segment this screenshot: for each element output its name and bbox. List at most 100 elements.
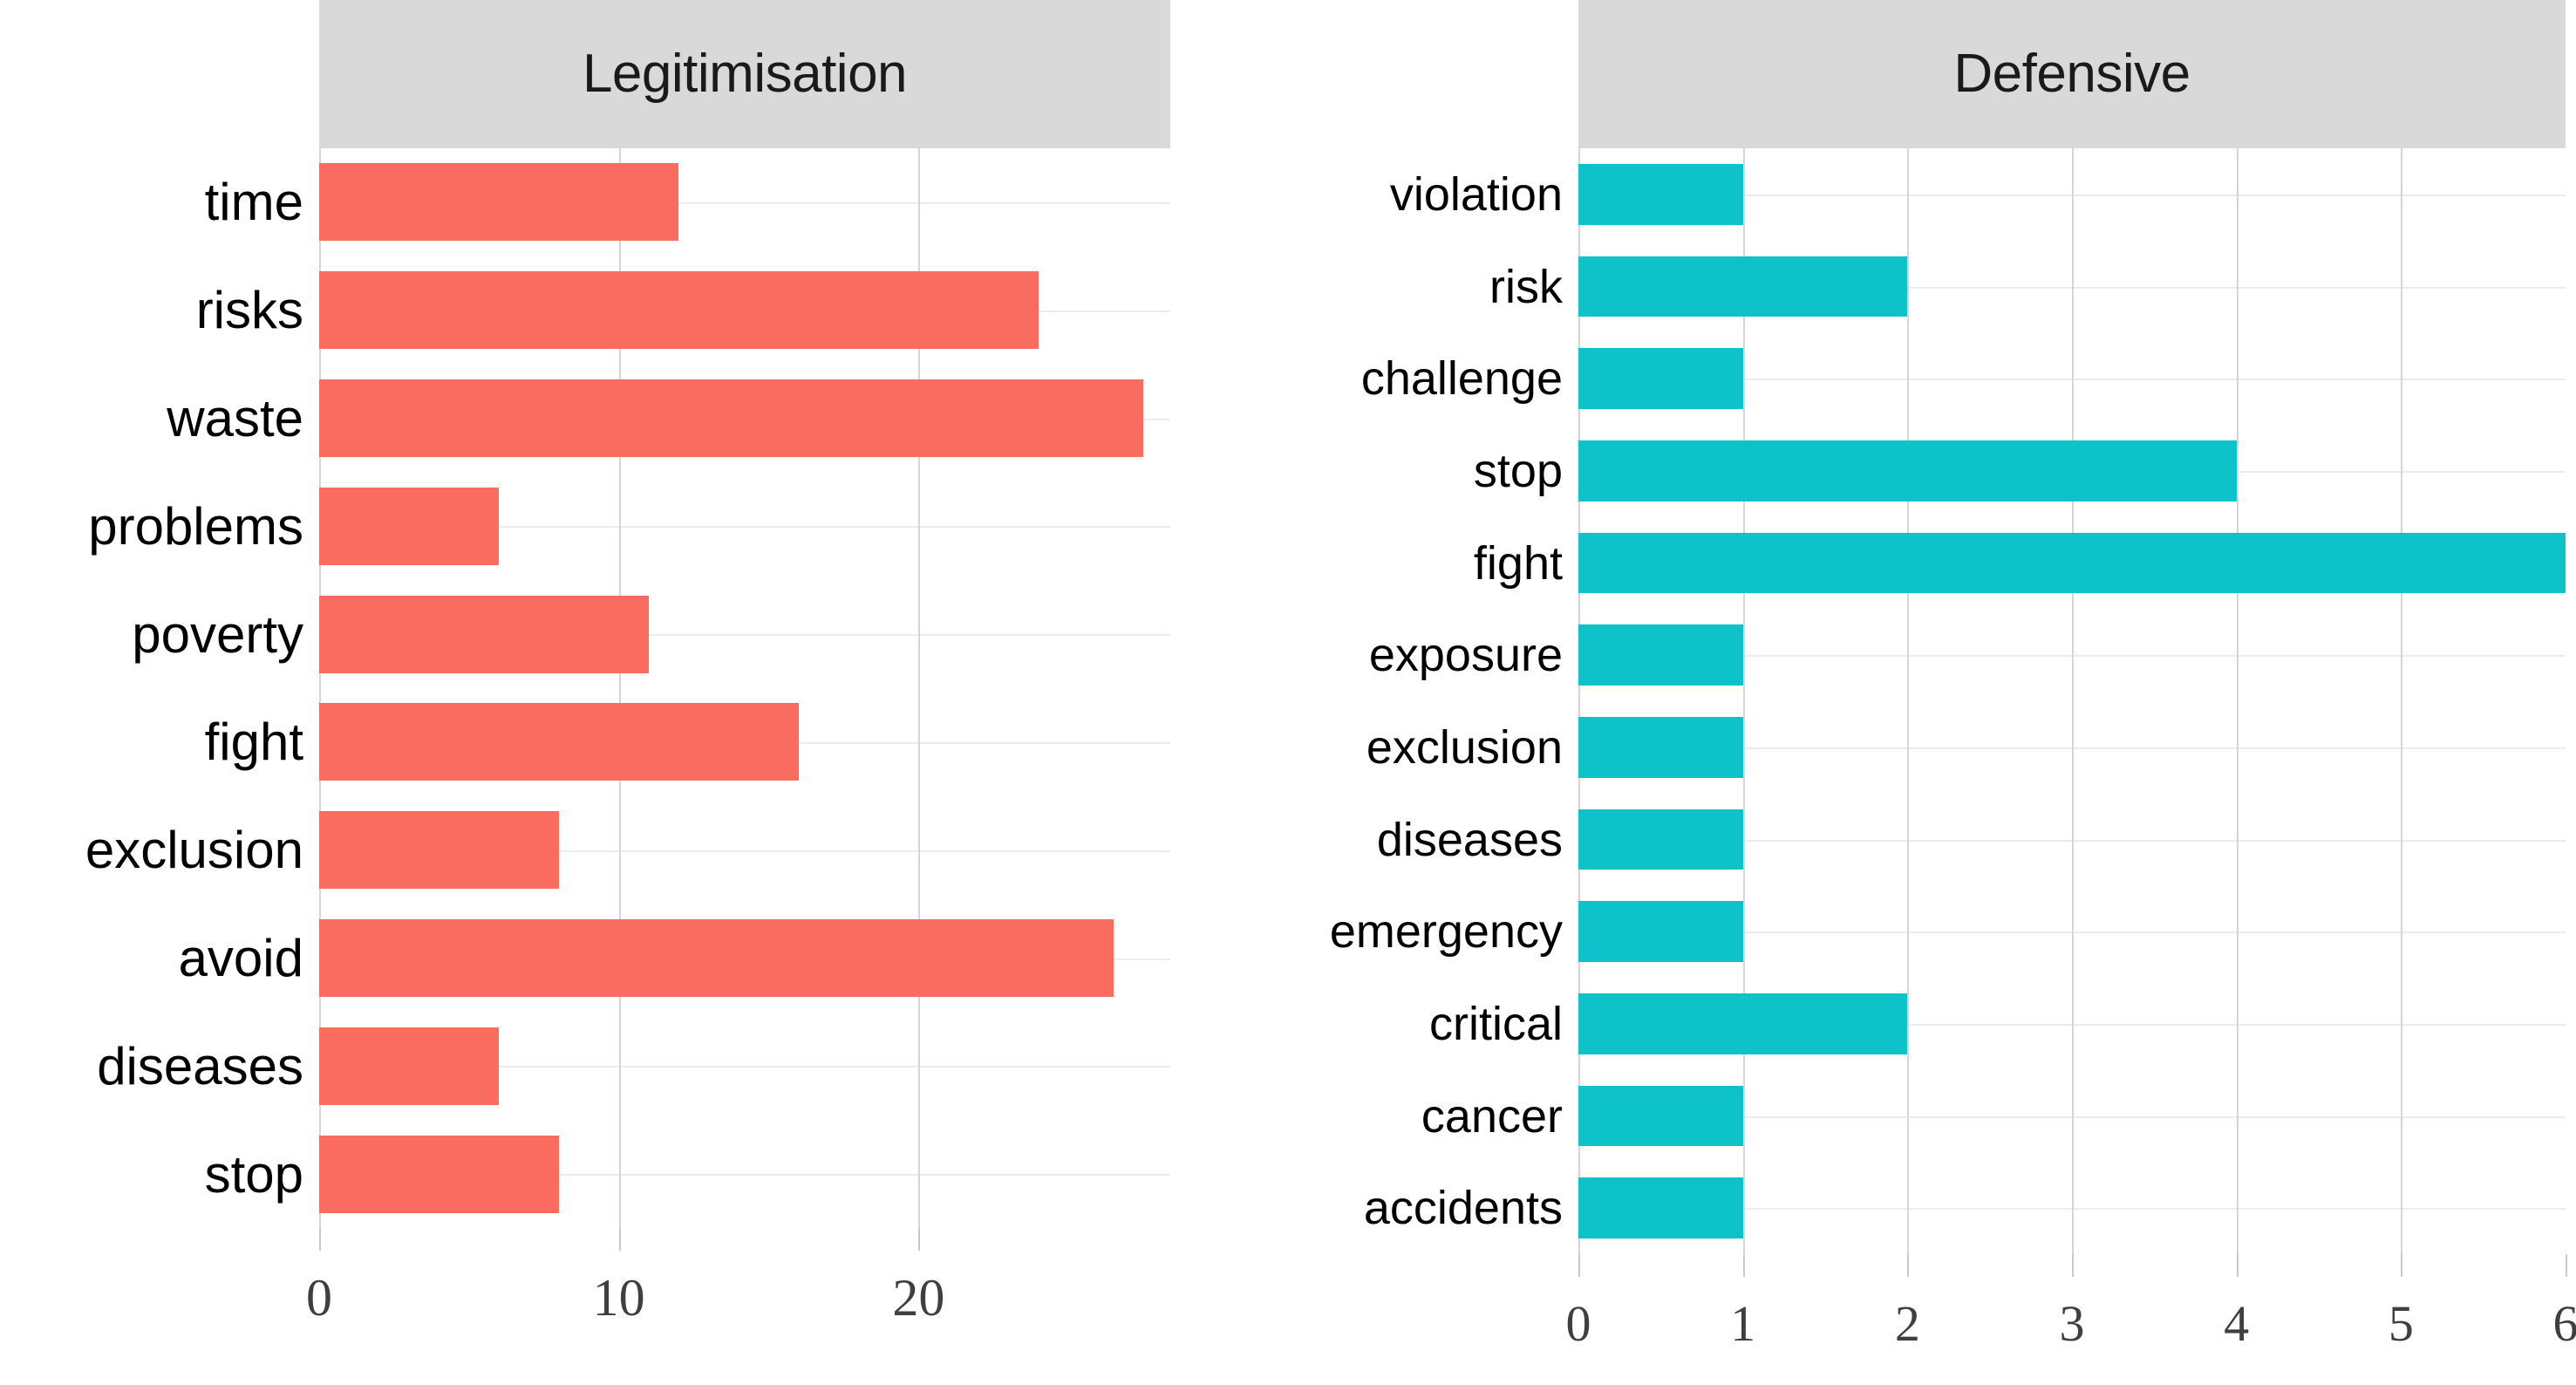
bar bbox=[319, 271, 1039, 350]
x-axis-tick-label: 3 bbox=[2059, 1295, 2085, 1352]
x-axis-tick-mark bbox=[1742, 1254, 1745, 1277]
plot-area-right bbox=[1578, 148, 2566, 1254]
bar-row bbox=[1578, 794, 2566, 886]
y-axis-tick-label: problems bbox=[88, 496, 303, 556]
x-axis-tick-mark bbox=[2072, 1254, 2074, 1277]
bar bbox=[319, 703, 799, 781]
bar-row bbox=[319, 688, 1170, 796]
bar-row bbox=[319, 796, 1170, 904]
panel-defensive: Defensive violation risk challenge stop figh… bbox=[1238, 0, 2576, 1385]
x-axis-tick-label: 10 bbox=[592, 1269, 645, 1327]
y-axis-tick-label: accidents bbox=[1363, 1182, 1563, 1235]
header-spacer-right bbox=[1238, 0, 1578, 148]
x-axis-tick-label: 1 bbox=[1730, 1295, 1756, 1352]
x-axis-tick-label: 20 bbox=[892, 1269, 945, 1327]
bar bbox=[1578, 163, 1743, 225]
y-axis-tick-label: poverty bbox=[132, 604, 303, 664]
bar bbox=[1578, 256, 1908, 317]
panel-header-row-left: Legitimisation bbox=[0, 0, 1238, 148]
y-axis-labels-left: time risks waste problems poverty fight exclus… bbox=[0, 148, 319, 1228]
bar bbox=[1578, 717, 1743, 778]
bar bbox=[1578, 440, 2237, 501]
bar-row bbox=[1578, 609, 2566, 701]
y-axis-tick-label: diseases bbox=[1376, 813, 1563, 866]
bar-row bbox=[1578, 517, 2566, 610]
y-axis-tick-label: stop bbox=[204, 1144, 303, 1204]
bar bbox=[1578, 1177, 1743, 1239]
bar-row bbox=[319, 904, 1170, 1013]
panel-title-defensive: Defensive bbox=[1578, 0, 2566, 148]
x-axis-tick-mark bbox=[1578, 1254, 1580, 1277]
bar bbox=[1578, 808, 1743, 870]
x-axis-tick-mark bbox=[1907, 1254, 1910, 1277]
bar bbox=[1578, 624, 1743, 686]
y-axis-tick-label: avoid bbox=[178, 928, 303, 987]
bar bbox=[319, 595, 650, 673]
bar bbox=[319, 379, 1144, 458]
x-axis-tick-mark bbox=[918, 1228, 921, 1251]
y-axis-tick-label: diseases bbox=[97, 1036, 303, 1095]
y-axis-tick-label: cancer bbox=[1421, 1089, 1563, 1143]
y-axis-tick-label: exclusion bbox=[1366, 720, 1563, 774]
y-axis-tick-label: emergency bbox=[1329, 905, 1563, 959]
bar bbox=[1578, 348, 1743, 410]
x-axis-tick-label: 0 bbox=[1565, 1295, 1591, 1352]
x-axis-tick-mark bbox=[2236, 1254, 2239, 1277]
bar bbox=[1578, 532, 2566, 594]
x-axis-tick-mark bbox=[618, 1228, 621, 1251]
bar bbox=[1578, 1085, 1743, 1147]
plot-body-left: time risks waste problems poverty fight exclus… bbox=[0, 148, 1238, 1228]
bar bbox=[1578, 901, 1743, 963]
x-axis-right: 0 1 2 3 4 5 6 bbox=[1566, 1254, 2576, 1385]
bar bbox=[319, 487, 500, 565]
y-axis-tick-label: critical bbox=[1428, 997, 1563, 1050]
bar bbox=[1578, 993, 1908, 1054]
y-axis-tick-label: risk bbox=[1489, 260, 1563, 313]
y-axis-tick-label: waste bbox=[167, 388, 303, 447]
plot-area-left bbox=[319, 148, 1170, 1228]
x-axis-tick-label: 6 bbox=[2552, 1295, 2576, 1352]
y-axis-tick-label: fight bbox=[204, 713, 303, 772]
bar-series-legitimisation bbox=[319, 148, 1170, 1228]
bar-row bbox=[1578, 332, 2566, 425]
x-axis-tick-label: 5 bbox=[2388, 1295, 2414, 1352]
bar-row bbox=[1578, 148, 2566, 241]
bar-row bbox=[319, 580, 1170, 688]
y-axis-tick-label: time bbox=[204, 173, 303, 232]
bar bbox=[319, 918, 1114, 998]
bar-row bbox=[1578, 425, 2566, 517]
x-axis-row-right: 0 1 2 3 4 5 6 bbox=[1238, 1254, 2576, 1385]
x-axis-tick-mark bbox=[2401, 1254, 2403, 1277]
bar-row bbox=[1578, 1070, 2566, 1163]
x-axis-tick-label: 4 bbox=[2224, 1295, 2250, 1352]
x-axis-left: 0 10 20 bbox=[306, 1228, 1170, 1385]
two-panel-bar-chart-figure: Legitimisation time risks waste problems pov… bbox=[0, 0, 2576, 1385]
y-axis-tick-label: exposure bbox=[1368, 629, 1563, 682]
y-axis-labels-right: violation risk challenge stop fight exposure e… bbox=[1238, 148, 1578, 1254]
panel-header-row-right: Defensive bbox=[1238, 0, 2576, 148]
panel-legitimisation: Legitimisation time risks waste problems pov… bbox=[0, 0, 1238, 1385]
bar-row bbox=[319, 148, 1170, 256]
bar-row bbox=[1578, 885, 2566, 978]
y-axis-tick-label: violation bbox=[1389, 167, 1563, 221]
bar-row bbox=[319, 1120, 1170, 1228]
bar-series-defensive bbox=[1578, 148, 2566, 1254]
y-axis-tick-label: fight bbox=[1473, 536, 1563, 590]
bar-row bbox=[1578, 978, 2566, 1070]
bar-row bbox=[1578, 241, 2566, 333]
bar-row bbox=[319, 365, 1170, 473]
bar-row bbox=[1578, 1162, 2566, 1254]
x-axis-tick-mark bbox=[2566, 1254, 2567, 1277]
panel-title-legitimisation: Legitimisation bbox=[319, 0, 1170, 148]
y-axis-tick-label: risks bbox=[195, 281, 303, 340]
header-spacer-left bbox=[0, 0, 319, 148]
x-axis-spacer-left bbox=[0, 1228, 319, 1385]
x-axis-tick-label: 0 bbox=[306, 1269, 332, 1327]
y-axis-tick-label: stop bbox=[1473, 444, 1563, 497]
y-axis-tick-label: challenge bbox=[1360, 352, 1563, 406]
x-axis-tick-label: 2 bbox=[1894, 1295, 1920, 1352]
bar bbox=[319, 811, 559, 890]
bar-row bbox=[319, 256, 1170, 365]
x-axis-spacer-right bbox=[1238, 1254, 1578, 1385]
x-axis-tick-mark bbox=[319, 1228, 321, 1251]
